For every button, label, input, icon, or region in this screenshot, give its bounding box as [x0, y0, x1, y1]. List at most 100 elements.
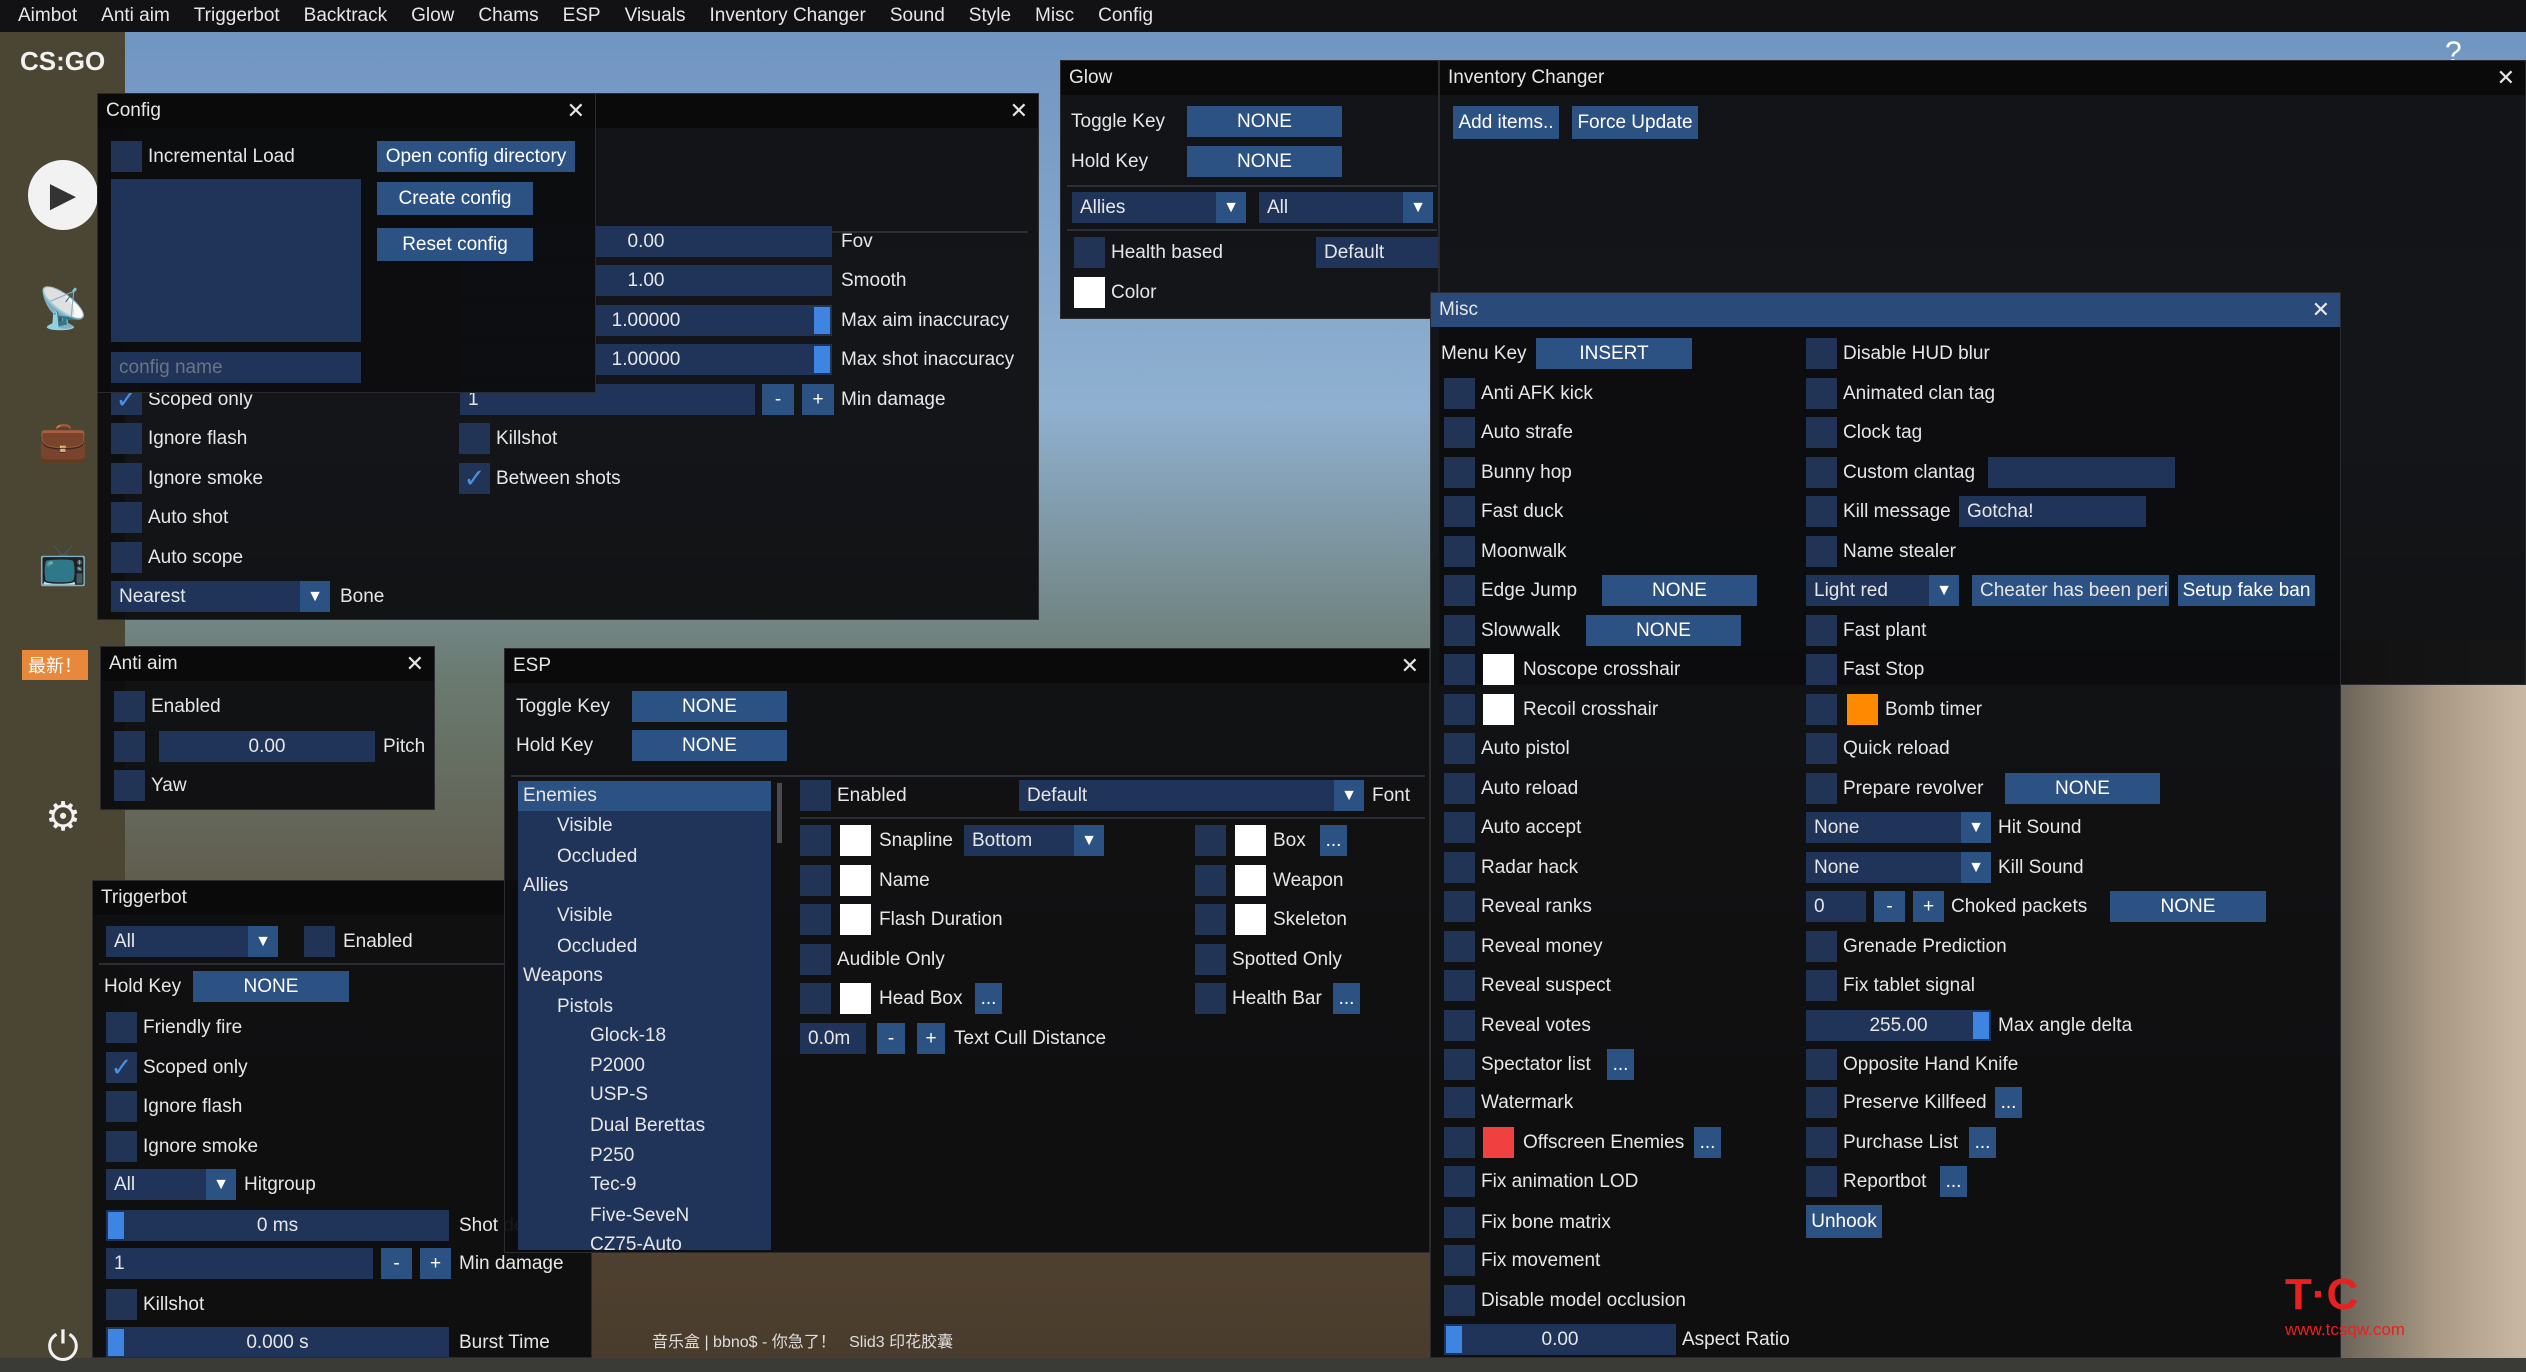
increment-button[interactable]: +: [420, 1248, 451, 1279]
noscope-crosshair-checkbox[interactable]: [1444, 654, 1475, 685]
reportbot-checkbox[interactable]: [1806, 1166, 1837, 1197]
head-box-color-swatch[interactable]: [840, 983, 871, 1014]
auto-reload-checkbox[interactable]: [1444, 773, 1475, 804]
auto-strafe-checkbox[interactable]: [1444, 417, 1475, 448]
slowwalk-checkbox[interactable]: [1444, 615, 1475, 646]
tree-item-cz75[interactable]: CZ75-Auto: [590, 1230, 682, 1250]
slider-grab[interactable]: [108, 1212, 124, 1239]
hold-key-button[interactable]: NONE: [632, 730, 787, 761]
inventory-title[interactable]: Inventory Changer: [1440, 61, 2525, 95]
menu-backtrack[interactable]: Backtrack: [304, 0, 387, 32]
slowwalk-key-button[interactable]: NONE: [1586, 615, 1741, 646]
tree-item-allies-occluded[interactable]: Occluded: [557, 932, 637, 962]
box-color-swatch[interactable]: [1235, 825, 1266, 856]
auto-pistol-checkbox[interactable]: [1444, 733, 1475, 764]
min-damage-input[interactable]: 1: [106, 1248, 373, 1279]
open-config-directory-button[interactable]: Open config directory: [377, 141, 575, 172]
tree-item-p250[interactable]: P250: [590, 1141, 634, 1171]
decrement-button[interactable]: -: [1874, 891, 1905, 922]
purchase-list-more-button[interactable]: ...: [1969, 1127, 1996, 1158]
hitgroup-combo[interactable]: All ▼: [106, 1169, 236, 1200]
box-checkbox[interactable]: [1195, 825, 1226, 856]
config-name-input[interactable]: config name: [111, 352, 361, 383]
menu-chams[interactable]: Chams: [478, 0, 538, 32]
offscreen-enemies-color-swatch[interactable]: [1483, 1127, 1514, 1158]
tree-item-enemies-visible[interactable]: Visible: [557, 811, 613, 841]
custom-clantag-input[interactable]: [1988, 457, 2175, 488]
quick-reload-checkbox[interactable]: [1806, 733, 1837, 764]
anti-afk-kick-checkbox[interactable]: [1444, 378, 1475, 409]
toggle-key-button[interactable]: NONE: [1187, 106, 1342, 137]
between-shots-checkbox[interactable]: ✓: [459, 463, 490, 494]
snapline-color-swatch[interactable]: [840, 825, 871, 856]
kill-message-checkbox[interactable]: [1806, 496, 1837, 527]
choked-packets-key-button[interactable]: NONE: [2110, 891, 2266, 922]
watermark-checkbox[interactable]: [1444, 1087, 1475, 1118]
menu-sound[interactable]: Sound: [890, 0, 945, 32]
disable-model-occlusion-checkbox[interactable]: [1444, 1285, 1475, 1316]
toggle-key-button[interactable]: NONE: [632, 691, 787, 722]
play-icon[interactable]: ▶: [28, 160, 98, 230]
esp-title[interactable]: ESP: [505, 649, 1429, 683]
decrement-button[interactable]: -: [381, 1248, 412, 1279]
menu-inventory-changer[interactable]: Inventory Changer: [710, 0, 866, 32]
recoil-crosshair-checkbox[interactable]: [1444, 694, 1475, 725]
slider-grab[interactable]: [814, 307, 830, 334]
tree-item-p2000[interactable]: P2000: [590, 1051, 645, 1081]
hold-key-button[interactable]: NONE: [193, 971, 349, 1002]
close-icon[interactable]: ✕: [1401, 649, 1419, 683]
noscope-crosshair-color-swatch[interactable]: [1483, 654, 1514, 685]
yaw-checkbox[interactable]: [114, 770, 145, 801]
reset-config-button[interactable]: Reset config: [377, 228, 533, 261]
tree-item-tec-9[interactable]: Tec-9: [590, 1170, 636, 1200]
reveal-money-checkbox[interactable]: [1444, 931, 1475, 962]
ignore-flash-checkbox[interactable]: [106, 1091, 137, 1122]
reveal-suspect-checkbox[interactable]: [1444, 970, 1475, 1001]
close-icon[interactable]: ✕: [406, 647, 424, 681]
enabled-checkbox[interactable]: [800, 780, 831, 811]
close-icon[interactable]: ✕: [2497, 61, 2515, 95]
friendly-fire-checkbox[interactable]: [106, 1012, 137, 1043]
setup-fake-ban-button[interactable]: Setup fake ban: [2178, 575, 2315, 606]
decrement-button[interactable]: -: [877, 1023, 905, 1054]
menu-config[interactable]: Config: [1098, 0, 1153, 32]
tree-item-weapons[interactable]: Weapons: [523, 961, 603, 991]
prepare-revolver-key-button[interactable]: NONE: [2005, 773, 2160, 804]
reportbot-more-button[interactable]: ...: [1940, 1166, 1967, 1197]
scoped-only-checkbox[interactable]: ✓: [106, 1052, 137, 1083]
menu-aimbot[interactable]: Aimbot: [18, 0, 77, 32]
audible-only-checkbox[interactable]: [800, 944, 831, 975]
text-cull-distance-input[interactable]: 0.0m: [800, 1023, 866, 1054]
tree-item-usp-s[interactable]: USP-S: [590, 1080, 648, 1110]
reveal-votes-checkbox[interactable]: [1444, 1010, 1475, 1041]
add-items-button[interactable]: Add items..: [1453, 106, 1559, 139]
hit-sound-combo[interactable]: None ▼: [1806, 812, 1991, 843]
slider-grab[interactable]: [814, 346, 830, 373]
incremental-load-checkbox[interactable]: [111, 141, 142, 172]
tree-scrollbar[interactable]: [777, 783, 782, 843]
prepare-revolver-checkbox[interactable]: [1806, 773, 1837, 804]
weapon-combo[interactable]: All ▼: [106, 926, 278, 957]
color-swatch[interactable]: [1074, 277, 1105, 308]
edge-jump-checkbox[interactable]: [1444, 575, 1475, 606]
tree-item-glock[interactable]: Glock-18: [590, 1021, 666, 1051]
health-based-checkbox[interactable]: [1074, 237, 1105, 268]
aspect-ratio-slider[interactable]: 0.00: [1444, 1324, 1676, 1355]
gear-icon[interactable]: ⚙: [38, 792, 88, 842]
spotted-only-checkbox[interactable]: [1195, 944, 1226, 975]
killshot-checkbox[interactable]: [459, 423, 490, 454]
config-title[interactable]: Config: [98, 94, 595, 128]
unhook-button[interactable]: Unhook: [1806, 1205, 1882, 1238]
max-angle-delta-slider[interactable]: 255.00: [1806, 1010, 1991, 1041]
radar-hack-checkbox[interactable]: [1444, 852, 1475, 883]
tree-item-dual-berettas[interactable]: Dual Berettas: [590, 1111, 705, 1141]
health-bar-more-button[interactable]: ...: [1333, 983, 1360, 1014]
preserve-killfeed-checkbox[interactable]: [1806, 1087, 1837, 1118]
moonwalk-checkbox[interactable]: [1444, 536, 1475, 567]
pitch-checkbox[interactable]: [114, 731, 145, 762]
slider-grab[interactable]: [1973, 1012, 1989, 1039]
box-more-button[interactable]: ...: [1320, 825, 1347, 856]
enabled-checkbox[interactable]: [304, 926, 335, 957]
edge-jump-key-button[interactable]: NONE: [1602, 575, 1757, 606]
menu-visuals[interactable]: Visuals: [625, 0, 686, 32]
